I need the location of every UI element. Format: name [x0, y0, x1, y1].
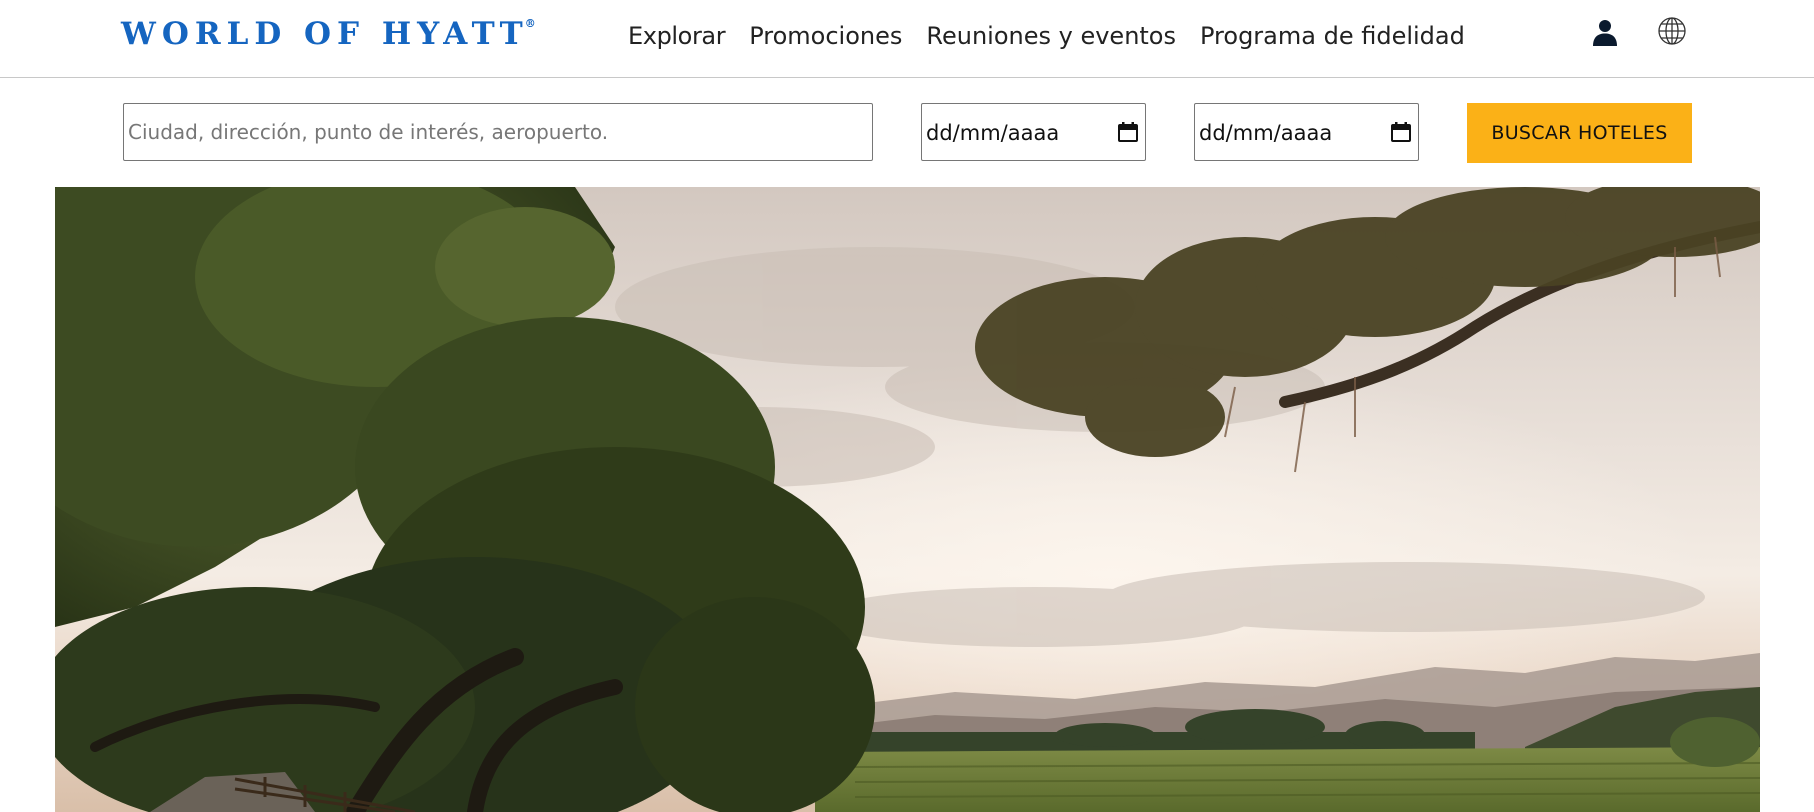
destination-input[interactable]: [124, 104, 872, 160]
nav-reuniones-y-eventos[interactable]: Reuniones y eventos: [926, 22, 1176, 50]
user-icon[interactable]: [1590, 18, 1620, 48]
registered-mark: ®: [524, 16, 536, 30]
destination-field[interactable]: [123, 103, 873, 161]
hero-image: [55, 187, 1760, 812]
nav-promociones[interactable]: Promociones: [749, 22, 902, 50]
checkout-date-field[interactable]: dd/mm/aaaa: [1194, 103, 1419, 161]
checkin-date-field[interactable]: dd/mm/aaaa: [921, 103, 1146, 161]
logo-text: WORLD OF HYATT: [121, 16, 529, 52]
calendar-icon[interactable]: [1117, 121, 1139, 143]
globe-icon[interactable]: [1657, 16, 1687, 46]
checkin-date-value[interactable]: dd/mm/aaaa: [926, 121, 1059, 145]
nav-explorar[interactable]: Explorar: [628, 22, 726, 50]
vineyard-landscape-photo: [55, 187, 1760, 812]
checkout-date-value[interactable]: dd/mm/aaaa: [1199, 121, 1332, 145]
search-hotels-button[interactable]: BUSCAR HOTELES: [1467, 103, 1692, 163]
nav-programa-de-fidelidad[interactable]: Programa de fidelidad: [1200, 22, 1465, 50]
hotel-search-bar: dd/mm/aaaa dd/mm/aaaa BUSCAR HOTELES: [0, 103, 1814, 163]
main-nav: Explorar Promociones Reuniones y eventos…: [628, 22, 1489, 50]
top-header: WORLD OF HYATT® Explorar Promociones Reu…: [0, 0, 1814, 78]
calendar-icon[interactable]: [1390, 121, 1412, 143]
world-of-hyatt-logo[interactable]: WORLD OF HYATT®: [121, 16, 536, 52]
